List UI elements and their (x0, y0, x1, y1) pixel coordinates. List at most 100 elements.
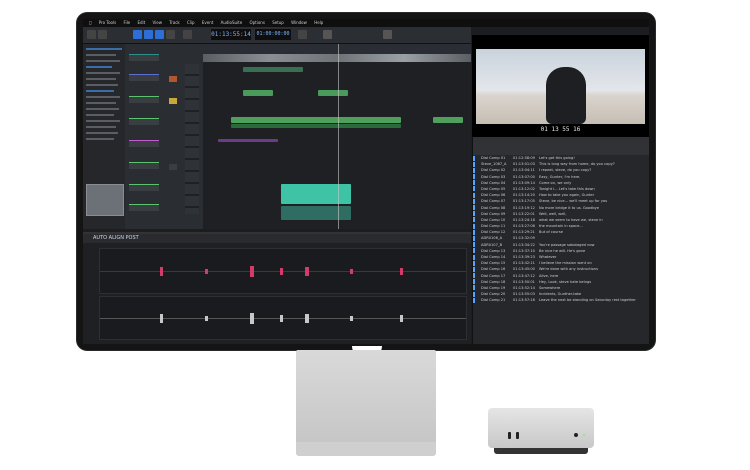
clip-list-panel (83, 44, 126, 229)
person-silhouette (546, 67, 586, 124)
play-button[interactable] (183, 30, 192, 39)
clip-color-swatch (473, 211, 475, 217)
trim-tool-button[interactable] (144, 30, 153, 39)
clip-color-swatch (473, 217, 475, 223)
marker-text: I believe the mission went on (539, 261, 592, 266)
marker-text: You're passage sabotaged now (539, 242, 595, 247)
clip-color-swatch (473, 273, 475, 279)
playhead[interactable] (338, 44, 339, 229)
menu-item[interactable]: Setup (272, 20, 284, 25)
tempo-button[interactable] (383, 30, 392, 39)
menu-item[interactable]: Edit (137, 20, 145, 25)
clip[interactable] (218, 139, 278, 142)
marker-text: Incidents, Gunther-take (539, 292, 582, 297)
aligned-lane (99, 296, 467, 340)
reference-lane (99, 248, 467, 294)
slip-mode-button[interactable] (98, 30, 107, 39)
track-headers (125, 44, 204, 229)
marker-timecode: 01:13:57:16 (513, 298, 535, 303)
marker-text: Steve, be nice... we'll meet up for you (539, 199, 608, 204)
clip-color-swatch (473, 254, 475, 260)
menu-item[interactable]: Options (249, 20, 264, 25)
clip[interactable] (281, 206, 351, 220)
marker-text: Leave the next be standing on Saturday r… (539, 298, 636, 303)
clip-color-swatch (473, 235, 475, 241)
selector-tool-button[interactable] (155, 30, 164, 39)
marker-text: Well, well, well, (539, 211, 567, 216)
marker-text: No more bridge it to us. Goodbye (539, 205, 599, 210)
edit-toolbar: 01:13:55:14 01:00:00:00 (83, 27, 471, 44)
clip-color-swatch (473, 186, 475, 192)
marker-text: Whatever (539, 255, 557, 259)
marker-text: Be nice he will. He's gone (539, 248, 586, 253)
video-frame (476, 49, 645, 124)
zoom-tool-button[interactable] (133, 30, 142, 39)
record-button[interactable] (169, 76, 177, 82)
clip[interactable] (231, 117, 401, 123)
marker-text: We're done with any instructions (539, 267, 598, 272)
selected-clip[interactable] (281, 184, 351, 204)
menu-item[interactable]: View (152, 20, 162, 25)
usb-c-port (508, 432, 511, 439)
nudge-button[interactable] (298, 30, 307, 39)
clip-color-swatch (473, 205, 475, 210)
clip-color-swatch (473, 155, 475, 161)
list-item[interactable]: Dial Comp 21 01:13:57:16 Leave the next be… (473, 297, 649, 303)
menu-bar:  Pro Tools File Edit View Track Clip Ev… (83, 19, 649, 27)
menu-item[interactable]: Track (169, 20, 179, 25)
marker-rows: Dial Comp 01 01:12:58:09 Let's get this go… (473, 155, 649, 304)
menu-item[interactable]: Help (314, 20, 323, 25)
marker-text: the mountain in space... (539, 224, 583, 229)
mute-button[interactable] (169, 164, 177, 170)
clip-color-swatch (473, 180, 475, 186)
menu-item[interactable]: Clip (187, 20, 195, 25)
mac-studio-base (494, 448, 588, 454)
main-counter: 01:13:55:14 (211, 29, 251, 40)
clip[interactable] (243, 67, 303, 72)
clip-color-swatch (473, 174, 475, 180)
menu-item[interactable]: File (123, 20, 130, 25)
menu-item[interactable]: Event (202, 20, 213, 25)
screen:  Pro Tools File Edit View Track Clip Ev… (83, 19, 649, 344)
clip-color-swatch (473, 192, 475, 198)
grabber-tool-button[interactable] (166, 30, 175, 39)
video-window: 01 13 55 16 (472, 35, 649, 137)
headphone-jack (574, 433, 578, 437)
clip-color-swatch (473, 279, 475, 285)
clip-color-swatch (473, 242, 475, 248)
marker-text: what we seem to have we, steve in (539, 217, 603, 222)
clip[interactable] (318, 90, 348, 96)
marker-text: Come on, we only (539, 180, 572, 185)
clip-color-swatch (473, 161, 475, 167)
marker-text: Tonight I... Let's take this down (539, 186, 595, 191)
clip-color-swatch (473, 297, 475, 303)
menu-item[interactable]: Window (291, 20, 307, 25)
clip[interactable] (243, 90, 273, 96)
plugin-header: AUTO ALIGN POST (83, 234, 471, 243)
sub-counter: 01:00:00:00 (255, 29, 291, 40)
usb-c-port (516, 432, 519, 439)
menu-item[interactable]: Pro Tools (99, 20, 116, 25)
plugin-title: AUTO ALIGN POST (93, 235, 139, 241)
marker-list: Dial Comp 01 01:12:58:09 Let's get this go… (472, 137, 649, 344)
shuffle-mode-button[interactable] (87, 30, 96, 39)
edit-window (203, 44, 471, 229)
clip[interactable] (433, 117, 463, 123)
stand-base (296, 442, 436, 456)
clip-color-swatch (473, 167, 475, 173)
clip-color-swatch (473, 260, 475, 266)
video-thumbnail-track (203, 54, 471, 62)
clip-color-swatch (473, 229, 475, 235)
marker-text: Easy, Gunter, I'm here. (539, 174, 581, 179)
apple-icon[interactable]:  (89, 20, 91, 25)
grid-button[interactable] (323, 30, 332, 39)
video-timecode: 01 13 55 16 (540, 126, 581, 133)
clip[interactable] (231, 124, 401, 128)
solo-button[interactable] (169, 98, 177, 104)
marker-text: Somewhere (539, 285, 561, 290)
marker-text: How to take you again, Gunter (539, 193, 595, 198)
menu-item[interactable]: AudioSuite (221, 20, 243, 25)
display-stand (296, 350, 436, 455)
marker-text: Alive, here (539, 273, 559, 278)
marker-text: Hey, Look, steve hate beings (539, 279, 592, 284)
